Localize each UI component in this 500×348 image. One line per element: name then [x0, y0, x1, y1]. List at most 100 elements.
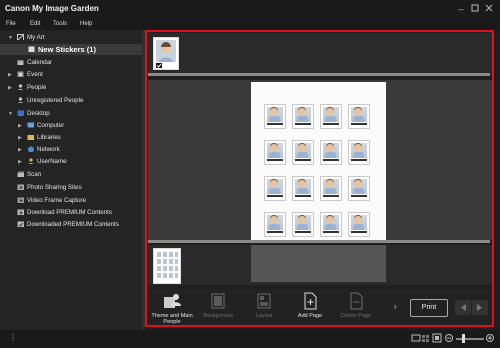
layout-button[interactable]: Layout	[240, 292, 288, 319]
sticker-item[interactable]	[320, 104, 342, 129]
scan-icon	[17, 171, 24, 177]
add-page-label: Add Page	[297, 313, 323, 319]
sticker-item[interactable]	[348, 176, 370, 201]
arrow-left-icon	[461, 304, 466, 311]
sticker-item[interactable]	[264, 104, 286, 129]
tree-item-people[interactable]: ▶ People	[0, 83, 142, 93]
chevron-right-icon[interactable]: ▶	[8, 85, 12, 91]
tree-item-username[interactable]: ▶ UserName	[0, 157, 142, 167]
delete-page-button[interactable]: Delete Page	[332, 292, 380, 319]
sticker-item[interactable]	[264, 212, 286, 237]
tree-item-scan[interactable]: Scan	[0, 170, 142, 180]
sticker-face	[270, 144, 278, 152]
sticker-page-preview[interactable]	[251, 82, 386, 240]
sticker-caption-bar	[351, 159, 367, 161]
next-page-button[interactable]	[472, 300, 488, 315]
sticker-item[interactable]	[320, 212, 342, 237]
fit-to-window-icon[interactable]	[432, 333, 442, 343]
zoom-in-icon[interactable]	[485, 333, 495, 343]
menu-file[interactable]: File	[6, 21, 16, 27]
desktop-icon	[17, 110, 24, 116]
minimize-button[interactable]: –	[456, 4, 466, 14]
sticker-icon	[28, 46, 35, 52]
sticker-face	[298, 216, 306, 224]
zoom-slider-track[interactable]	[456, 338, 484, 340]
tree-item-calendar[interactable]: Calendar	[0, 58, 142, 68]
person-icon	[17, 84, 24, 90]
menu-tools[interactable]: Tools	[53, 21, 67, 27]
tree-item-event[interactable]: ▶ Event	[0, 70, 142, 80]
maximize-button[interactable]	[470, 4, 480, 14]
sticker-caption-bar	[267, 123, 283, 125]
add-page-icon	[304, 292, 317, 310]
zoom-out-icon[interactable]	[444, 333, 454, 343]
sidebar: ▼ My Art New Stickers (1) Calendar ▶ Eve…	[0, 30, 142, 330]
sticker-shirt	[269, 152, 280, 158]
item-thumbnail[interactable]	[153, 37, 179, 70]
chevron-down-icon[interactable]: ▼	[8, 111, 13, 117]
tree-item-download-premium[interactable]: Download PREMIUM Contents	[0, 208, 142, 218]
view-single-icon[interactable]	[411, 333, 421, 343]
print-button[interactable]: Print	[410, 299, 448, 317]
sticker-item[interactable]	[320, 176, 342, 201]
sticker-shirt	[297, 116, 308, 122]
thumbnail-strip-scrollbar[interactable]	[148, 73, 490, 76]
sticker-item[interactable]	[264, 176, 286, 201]
page-lower-area	[251, 245, 386, 282]
tree-item-computer[interactable]: ▶ Computer	[0, 121, 142, 131]
tree-item-network[interactable]: ▶ Network	[0, 145, 142, 155]
tree-label-desktop: Desktop	[27, 110, 50, 117]
sticker-face	[326, 144, 334, 152]
sticker-caption-bar	[295, 195, 311, 197]
tree-item-desktop[interactable]: ▼ Desktop	[0, 109, 142, 119]
sticker-item[interactable]	[348, 140, 370, 165]
chevron-right-icon[interactable]: ▶	[18, 123, 22, 129]
sticker-item[interactable]	[348, 104, 370, 129]
sticker-caption-bar	[323, 159, 339, 161]
tree-item-libraries[interactable]: ▶ Libraries	[0, 133, 142, 143]
previous-page-button[interactable]	[455, 300, 471, 315]
sticker-item[interactable]	[292, 176, 314, 201]
sticker-item[interactable]	[292, 140, 314, 165]
menu-bar: File Edit Tools Help	[0, 18, 500, 30]
sticker-caption-bar	[295, 123, 311, 125]
sticker-face	[298, 144, 306, 152]
sticker-face	[326, 216, 334, 224]
add-page-button[interactable]: Add Page	[286, 292, 334, 319]
libraries-icon	[27, 135, 34, 140]
close-button[interactable]	[484, 4, 494, 14]
sticker-item[interactable]	[264, 140, 286, 165]
tree-item-unregistered-people[interactable]: Unregistered People	[0, 96, 142, 106]
background-button[interactable]: Background	[194, 292, 242, 319]
chevron-right-icon[interactable]: ▶	[18, 147, 22, 153]
page-thumbnail[interactable]	[153, 248, 181, 284]
sticker-shirt	[353, 188, 364, 194]
tree-label-people: People	[27, 84, 47, 91]
tree-item-new-stickers[interactable]: New Stickers (1)	[0, 44, 142, 55]
background-icon	[211, 293, 225, 309]
chevron-right-icon[interactable]: ▶	[8, 72, 12, 78]
view-grid-icon[interactable]	[421, 333, 431, 343]
chevron-right-icon[interactable]: ▶	[18, 159, 22, 165]
status-menu-icon[interactable]: ⋮	[9, 333, 17, 342]
canvas-scrollbar[interactable]	[148, 240, 490, 243]
chevron-down-icon[interactable]: ▼	[8, 35, 13, 41]
zoom-slider-thumb[interactable]	[462, 334, 465, 343]
sticker-item[interactable]	[292, 104, 314, 129]
chevron-right-icon[interactable]: ▶	[18, 135, 22, 141]
download-icon	[17, 209, 24, 215]
title-bar: Canon My Image Garden –	[0, 0, 500, 18]
tree-item-downloaded-premium[interactable]: Downloaded PREMIUM Contents	[0, 220, 142, 230]
tree-item-video-frame-capture[interactable]: Video Frame Capture	[0, 196, 142, 206]
tree-item-photo-sharing-sites[interactable]: Photo Sharing Sites	[0, 183, 142, 193]
toolbar-scroll-right[interactable]: ›	[394, 302, 397, 311]
tree-label-download-premium: Download PREMIUM Contents	[27, 209, 112, 216]
sticker-item[interactable]	[348, 212, 370, 237]
menu-help[interactable]: Help	[80, 21, 92, 27]
theme-main-people-button[interactable]: Theme and Main People	[148, 292, 196, 325]
tree-item-my-art[interactable]: ▼ My Art	[0, 33, 142, 43]
menu-edit[interactable]: Edit	[30, 21, 40, 27]
sticker-item[interactable]	[292, 212, 314, 237]
network-icon	[28, 146, 34, 152]
sticker-item[interactable]	[320, 140, 342, 165]
